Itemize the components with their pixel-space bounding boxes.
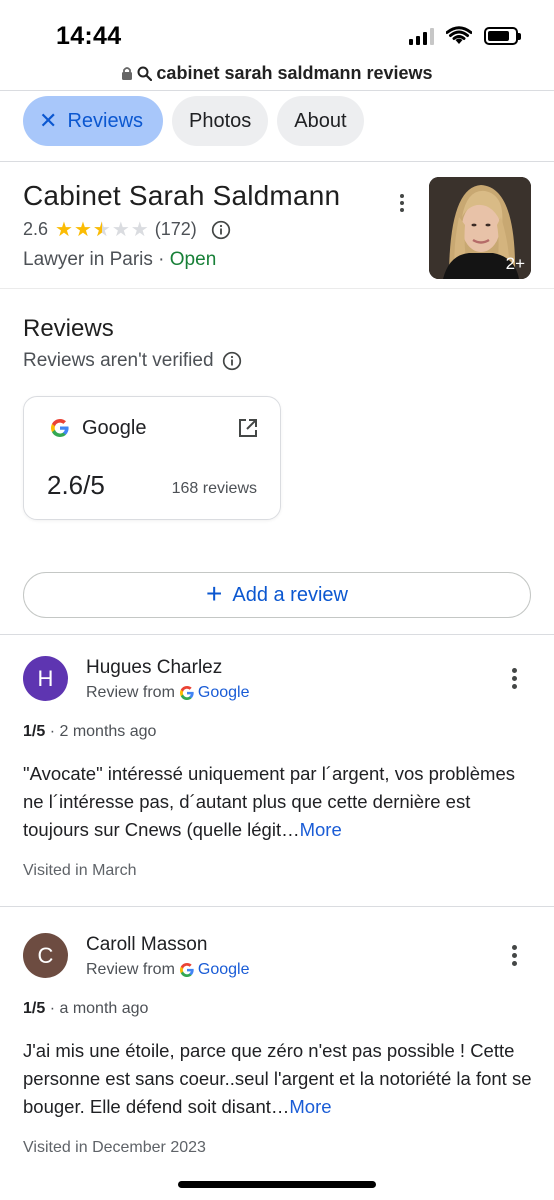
- rating-line: 2.6 ★ ★ ★ ★ ★ (172): [23, 219, 231, 240]
- review-source: Review from Google: [86, 961, 250, 979]
- review-options-icon[interactable]: [502, 943, 526, 967]
- half-star-icon: ★: [93, 220, 111, 240]
- tab-photos-label: Photos: [189, 109, 252, 132]
- review-item: C Caroll Masson Review from Google 1/5 ·…: [0, 911, 554, 1183]
- divider: [0, 161, 554, 162]
- divider: [0, 90, 554, 91]
- review-source-card[interactable]: Google 2.6/5 168 reviews: [23, 396, 281, 520]
- add-review-label: Add a review: [232, 583, 348, 606]
- info-icon[interactable]: [211, 220, 231, 240]
- empty-star-icon: ★: [130, 218, 149, 241]
- review-from-label: Review from: [86, 684, 175, 701]
- star-icon: ★: [55, 218, 73, 241]
- battery-icon: [484, 27, 521, 45]
- review-age: · 2 months ago: [49, 723, 157, 740]
- review-text: J'ai mis une étoile, parce que zéro n'es…: [23, 1037, 538, 1121]
- review-body: J'ai mis une étoile, parce que zéro n'es…: [23, 1040, 532, 1117]
- rating-value: 2.6: [23, 219, 49, 239]
- review-author[interactable]: Caroll Masson: [86, 934, 207, 956]
- status-icons: [409, 26, 521, 46]
- star-rating: ★ ★ ★ ★ ★: [55, 220, 150, 240]
- review-item: H Hugues Charlez Review from Google 1/5 …: [0, 634, 554, 906]
- review-author[interactable]: Hugues Charlez: [86, 657, 222, 679]
- avatar[interactable]: C: [23, 933, 68, 978]
- source-name: Google: [82, 417, 147, 439]
- info-icon[interactable]: [222, 351, 242, 371]
- more-options-icon[interactable]: [390, 191, 414, 215]
- review-source-name: Google: [197, 684, 250, 701]
- status-time: 14:44: [56, 22, 122, 50]
- source-score: 2.6/5: [47, 470, 105, 500]
- divider: [0, 906, 554, 907]
- review-body: "Avocate" intéressé uniquement par l´arg…: [23, 763, 516, 840]
- more-link[interactable]: More: [289, 1096, 331, 1117]
- tab-about[interactable]: About: [277, 96, 364, 146]
- google-logo-icon: [179, 963, 194, 977]
- review-score: 1/5: [23, 723, 46, 740]
- url-bar[interactable]: cabinet sarah saldmann reviews: [0, 58, 554, 88]
- separator: ·: [158, 249, 165, 270]
- wifi-icon: [446, 26, 472, 44]
- tab-reviews[interactable]: ✕ Reviews: [23, 96, 164, 146]
- photo-count-badge: 2+: [505, 254, 525, 273]
- google-logo-icon: [51, 419, 69, 437]
- category-line: Lawyer in Paris · Open: [23, 249, 216, 271]
- review-count[interactable]: (172): [155, 219, 197, 240]
- search-icon: [137, 66, 153, 81]
- reviews-subtitle-text: Reviews aren't verified: [23, 350, 214, 371]
- source-review-count: 168 reviews: [171, 480, 257, 497]
- review-from-label: Review from: [86, 961, 175, 978]
- tab-about-label: About: [294, 109, 347, 132]
- more-link[interactable]: More: [300, 819, 342, 840]
- url-text: cabinet sarah saldmann reviews: [156, 62, 433, 83]
- reviews-subtitle: Reviews aren't verified: [23, 350, 242, 372]
- star-icon: ★: [73, 218, 92, 241]
- add-review-button[interactable]: + Add a review: [23, 572, 531, 618]
- review-source: Review from Google: [86, 684, 250, 702]
- review-options-icon[interactable]: [502, 666, 526, 690]
- review-text: "Avocate" intéressé uniquement par l´arg…: [23, 760, 538, 844]
- review-score: 1/5: [23, 1000, 46, 1017]
- place-photo[interactable]: 2+: [429, 177, 531, 279]
- home-indicator[interactable]: [178, 1181, 376, 1188]
- review-age: · a month ago: [49, 1000, 149, 1017]
- visited-date: Visited in December 2023: [23, 1139, 206, 1156]
- open-status: Open: [169, 249, 217, 270]
- divider: [0, 288, 554, 289]
- close-icon[interactable]: ✕: [39, 108, 57, 134]
- review-score-line: 1/5 · 2 months ago: [23, 723, 156, 741]
- plus-icon: +: [206, 578, 223, 609]
- place-title: Cabinet Sarah Saldmann: [23, 180, 341, 211]
- review-score-line: 1/5 · a month ago: [23, 1000, 148, 1018]
- visited-date: Visited in March: [23, 862, 137, 879]
- open-in-new-icon[interactable]: [238, 418, 258, 438]
- place-category: Lawyer in Paris: [23, 249, 153, 270]
- avatar[interactable]: H: [23, 656, 68, 701]
- review-source-link[interactable]: Google: [179, 684, 250, 702]
- review-source-link[interactable]: Google: [179, 961, 250, 979]
- tab-photos[interactable]: Photos: [172, 96, 269, 146]
- lock-icon: [121, 66, 133, 81]
- signal-icon: [409, 27, 434, 45]
- reviews-heading: Reviews: [23, 315, 114, 342]
- status-bar: 14:44: [0, 0, 554, 56]
- tab-chips: ✕ Reviews Photos About: [23, 96, 364, 146]
- tab-reviews-label: Reviews: [67, 109, 144, 132]
- review-source-name: Google: [197, 961, 250, 978]
- google-logo-icon: [179, 686, 194, 700]
- empty-star-icon: ★: [111, 218, 130, 241]
